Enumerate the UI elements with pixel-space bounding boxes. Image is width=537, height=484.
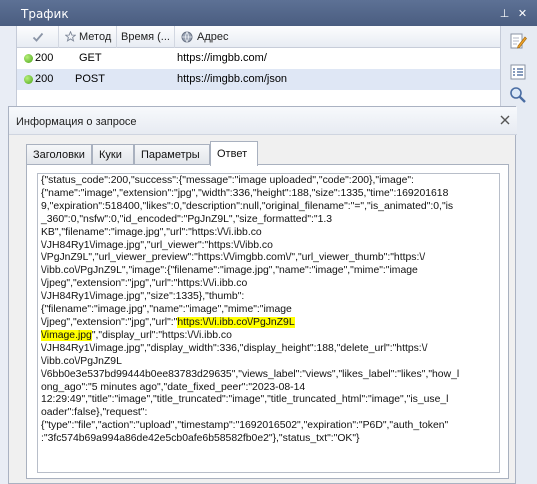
response-line: \/ibb.co\/PgJnZ9L bbox=[41, 356, 459, 369]
column-label: Время (... bbox=[121, 31, 170, 43]
response-text-segment: {"name":"image","extension":"jpg","width… bbox=[41, 187, 449, 199]
response-panel: {"status_code":200,"success":{"message":… bbox=[26, 164, 509, 479]
response-text-segment: {"type":"file","action":"upload","timest… bbox=[41, 420, 449, 432]
response-text-segment: \/jpeg","extension":"jpg","url":" bbox=[41, 316, 178, 328]
response-text-segment: \/JH84Ry1\/image.jpg","url_viewer":"http… bbox=[41, 239, 273, 251]
response-text-segment: _360":0,"nsfw":0,"id_encoded":"PgJnZ9L",… bbox=[41, 213, 333, 225]
globe-icon bbox=[181, 31, 193, 43]
table-row[interactable]: 200 GET https://imgbb.com/ bbox=[17, 48, 501, 69]
status-ok-icon bbox=[24, 75, 33, 84]
response-text-segment: KB","filename":"image.jpg","url":"https:… bbox=[41, 226, 262, 238]
tab-response[interactable]: Ответ bbox=[210, 141, 258, 166]
response-text-segment: :"3fc574b69a994a86de42e5cb0afe6b58582fb0… bbox=[41, 433, 360, 445]
status-ok-icon bbox=[24, 54, 33, 63]
request-address: https://imgbb.com/ bbox=[177, 52, 267, 64]
tab-parameters[interactable]: Параметры bbox=[134, 144, 210, 165]
response-line: KB","filename":"image.jpg","url":"https:… bbox=[41, 227, 459, 240]
column-status[interactable] bbox=[17, 26, 59, 48]
response-body[interactable]: {"status_code":200,"success":{"message":… bbox=[37, 173, 500, 473]
response-line: _360":0,"nsfw":0,"id_encoded":"PgJnZ9L",… bbox=[41, 214, 459, 227]
highlighted-text: \/image.jpg bbox=[41, 329, 92, 341]
response-line: \/PgJnZ9L","url_viewer_preview":"https:\… bbox=[41, 252, 459, 265]
column-label: Метод bbox=[79, 31, 112, 43]
response-text-segment: 9,"expiration":518400,"likes":0,"descrip… bbox=[41, 200, 454, 212]
response-line: 12:29:49","title":"image","title_truncat… bbox=[41, 394, 459, 407]
response-text-segment: \/ibb.co\/PgJnZ9L bbox=[41, 355, 122, 367]
response-line: ong_ago":"5 minutes ago","date_fixed_pee… bbox=[41, 382, 459, 395]
tab-cookies[interactable]: Куки bbox=[92, 144, 134, 165]
response-text-segment: oader":false},"request": bbox=[41, 407, 148, 419]
response-line: \/jpeg","extension":"jpg","url":"https:\… bbox=[41, 316, 459, 330]
traffic-table: Метод Время (... Адрес 200 GET https://i… bbox=[16, 26, 501, 106]
response-text-segment: \/6bb0e3e537bd99444b0ee83783d29635","vie… bbox=[41, 368, 460, 380]
response-text-segment: ","display_url":"https:\/\/i.ibb.co bbox=[91, 329, 232, 341]
response-text-segment: \/jpeg","extension":"jpg","url":"https:\… bbox=[41, 278, 248, 290]
tab-headers[interactable]: Заголовки bbox=[26, 144, 92, 165]
response-line: 9,"expiration":518400,"likes":0,"descrip… bbox=[41, 201, 459, 214]
response-line: oader":false},"request": bbox=[41, 407, 459, 420]
edit-icon[interactable] bbox=[509, 32, 527, 50]
response-line: {"type":"file","action":"upload","timest… bbox=[41, 420, 459, 433]
table-header: Метод Время (... Адрес bbox=[17, 26, 501, 48]
pin-icon[interactable]: ⊥ bbox=[498, 7, 511, 20]
response-text-segment: {"status_code":200,"success":{"message":… bbox=[41, 175, 414, 186]
response-line: {"name":"image","extension":"jpg","width… bbox=[41, 188, 459, 201]
response-text-segment: \/JH84Ry1\/image.jpg","size":1335},"thum… bbox=[41, 291, 245, 303]
status-code: 200 bbox=[35, 52, 54, 64]
response-line: {"status_code":200,"success":{"message":… bbox=[41, 175, 459, 188]
response-line: {"filename":"image.jpg","name":"image","… bbox=[41, 304, 459, 317]
column-label: Адрес bbox=[197, 31, 229, 43]
column-time[interactable]: Время (... bbox=[117, 26, 175, 48]
response-line: \/jpeg","extension":"jpg","url":"https:\… bbox=[41, 278, 459, 291]
response-text-segment: 12:29:49","title":"image","title_truncat… bbox=[41, 394, 449, 406]
status-code: 200 bbox=[35, 73, 54, 85]
response-text-segment: \/ibb.co\/PgJnZ9L","image":{"filename":"… bbox=[41, 265, 418, 277]
table-row[interactable]: 200 POST https://imgbb.com/json bbox=[17, 69, 501, 90]
close-icon[interactable]: ✕ bbox=[516, 7, 529, 20]
checkmark-icon bbox=[32, 32, 44, 42]
response-text-segment: ong_ago":"5 minutes ago","date_fixed_pee… bbox=[41, 381, 306, 393]
dialog-close-icon[interactable] bbox=[499, 114, 511, 126]
request-info-dialog: Информация о запросе Заголовки Куки Пара… bbox=[8, 106, 517, 484]
response-line: \/ibb.co\/PgJnZ9L","image":{"filename":"… bbox=[41, 265, 459, 278]
window-title: Трафик bbox=[21, 7, 69, 21]
request-address: https://imgbb.com/json bbox=[177, 73, 288, 85]
response-line: \/JH84Ry1\/image.jpg","size":1335},"thum… bbox=[41, 291, 459, 304]
star-icon bbox=[65, 31, 76, 42]
dialog-title: Информация о запросе bbox=[16, 116, 137, 128]
column-address[interactable]: Адрес bbox=[175, 26, 501, 48]
response-line: :"3fc574b69a994a86de42e5cb0afe6b58582fb0… bbox=[41, 433, 459, 446]
response-line: \/JH84Ry1\/image.jpg","url_viewer":"http… bbox=[41, 240, 459, 253]
list-icon[interactable] bbox=[509, 63, 527, 81]
response-text-segment: \/JH84Ry1\/image.jpg","display_width":33… bbox=[41, 342, 428, 354]
response-text: {"status_code":200,"success":{"message":… bbox=[41, 175, 459, 446]
request-method: POST bbox=[75, 73, 105, 85]
response-line: \/6bb0e3e537bd99444b0ee83783d29635","vie… bbox=[41, 369, 459, 382]
search-icon[interactable] bbox=[509, 86, 527, 104]
column-method[interactable]: Метод bbox=[59, 26, 117, 48]
dialog-titlebar: Информация о запросе bbox=[9, 107, 517, 135]
request-method: GET bbox=[79, 52, 102, 64]
response-text-segment: \/PgJnZ9L","url_viewer_preview":"https:\… bbox=[41, 252, 426, 264]
traffic-titlebar: Трафик ⊥ ✕ bbox=[0, 0, 537, 26]
app-window: Трафик ⊥ ✕ Метод Время (... Адрес 200 GE… bbox=[0, 0, 537, 484]
highlighted-text: https:\/\/i.ibb.co\/PgJnZ9L bbox=[177, 316, 295, 328]
response-text-segment: {"filename":"image.jpg","name":"image","… bbox=[41, 304, 292, 316]
response-line: \/JH84Ry1\/image.jpg","display_width":33… bbox=[41, 343, 459, 356]
response-line: \/image.jpg","display_url":"https:\/\/i.… bbox=[41, 329, 459, 343]
